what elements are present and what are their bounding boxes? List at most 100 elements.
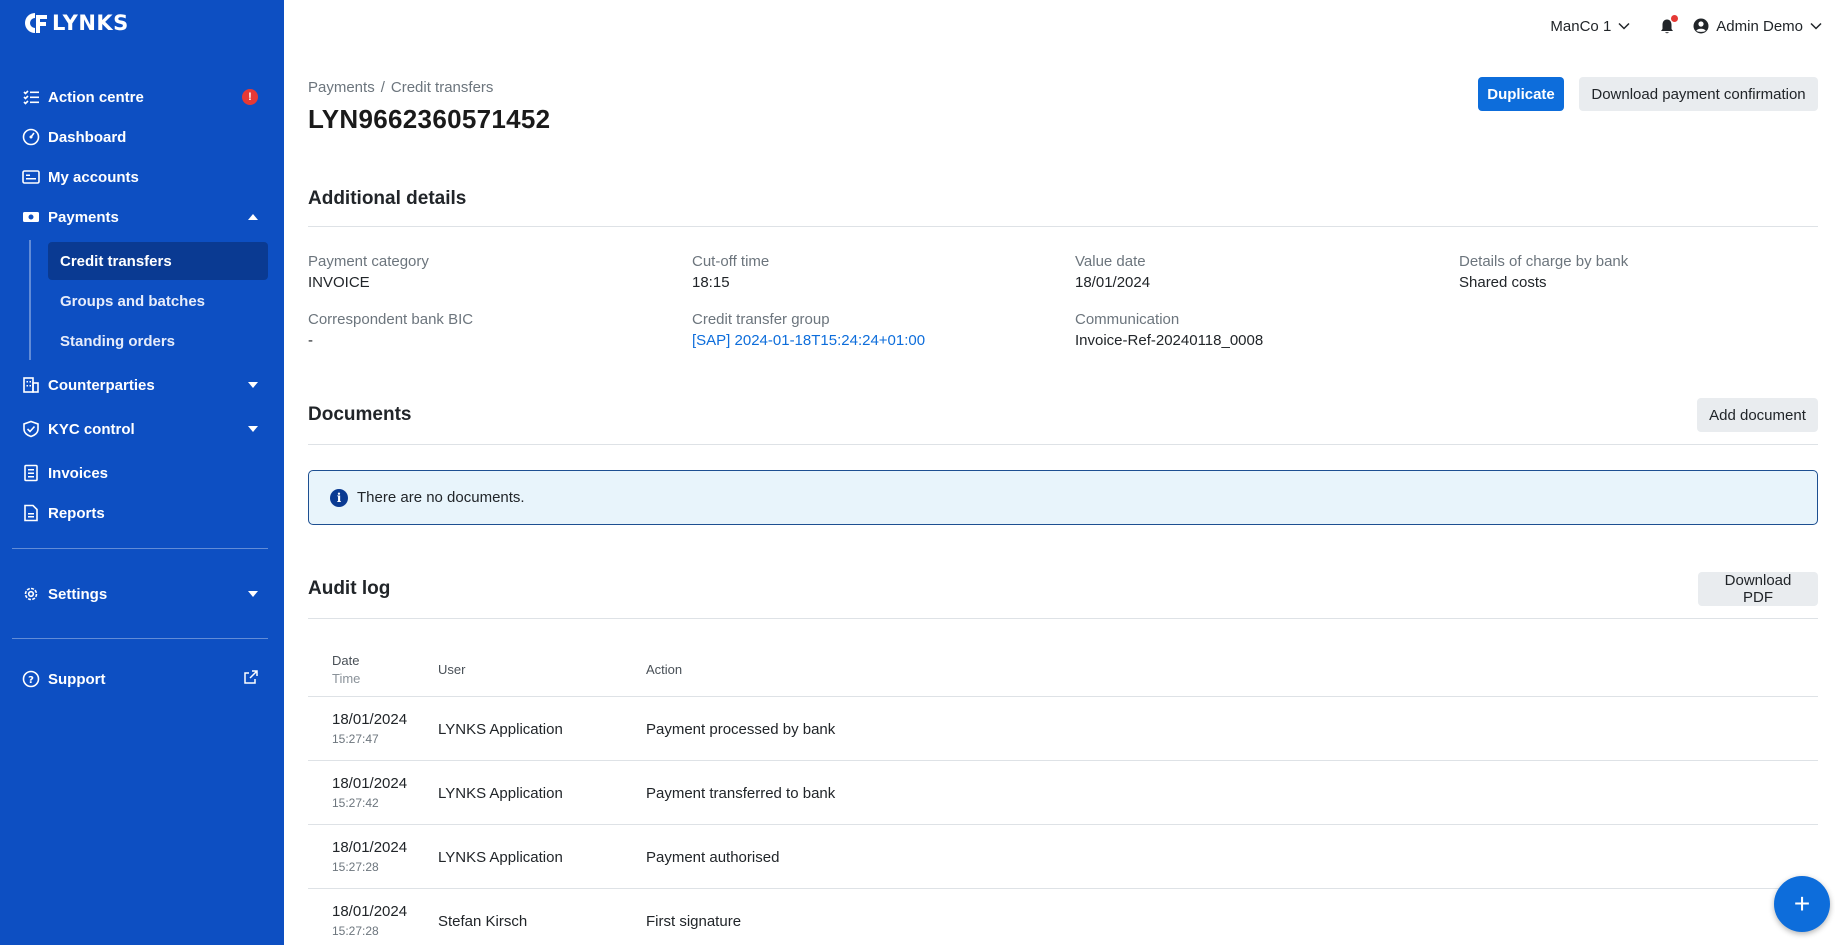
additional-details-title: Additional details	[308, 188, 467, 209]
row-action: Payment authorised	[646, 849, 780, 866]
value-date-value: 18/01/2024	[1075, 274, 1151, 291]
column-header-action[interactable]: Action	[646, 662, 682, 677]
communication-value: Invoice-Ref-20240118_0008	[1075, 332, 1264, 349]
breadcrumb-payments-link[interactable]: Payments	[308, 79, 375, 96]
list-check-icon	[21, 88, 40, 107]
payments-icon	[21, 208, 40, 227]
sidebar-item-label: Dashboard	[48, 128, 127, 146]
row-user: LYNKS Application	[438, 721, 563, 738]
sidebar-item-invoices[interactable]: Invoices	[12, 455, 268, 491]
gear-icon	[21, 585, 40, 604]
sidebar-item-label: Reports	[48, 504, 105, 522]
table-row: 18/01/2024 15:27:42 LYNKS Application Pa…	[308, 760, 1818, 824]
sidebar-item-dashboard[interactable]: Dashboard	[12, 119, 268, 155]
row-time: 15:27:28	[332, 924, 379, 938]
row-time: 15:27:42	[332, 796, 379, 810]
breadcrumb: Payments / Credit transfers	[308, 79, 493, 96]
sidebar-subitem-standing-orders[interactable]: Standing orders	[48, 322, 268, 360]
row-user: LYNKS Application	[438, 785, 563, 802]
row-date: 18/01/2024	[332, 903, 408, 920]
column-header-date[interactable]: Date Time	[332, 653, 360, 686]
main-content: Payments / Credit transfers LYN96623605714…	[308, 0, 1818, 945]
sidebar-item-my-accounts[interactable]: My accounts	[12, 159, 268, 195]
report-icon	[21, 504, 40, 523]
sidebar-item-support[interactable]: ? Support	[12, 661, 268, 697]
external-link-icon	[244, 670, 258, 688]
help-circle-icon: ?	[21, 670, 40, 689]
sidebar-item-kyc-control[interactable]: KYC control	[12, 411, 268, 447]
shield-check-icon	[21, 420, 40, 439]
caret-down-icon	[248, 382, 258, 388]
row-user: LYNKS Application	[438, 849, 563, 866]
sidebar-item-action-centre[interactable]: Action centre !	[12, 79, 268, 115]
section-divider	[308, 226, 1818, 227]
sidebar-item-label: My accounts	[48, 168, 139, 186]
section-divider	[308, 444, 1818, 445]
sidebar-item-label: Settings	[48, 585, 108, 603]
row-date: 18/01/2024	[332, 711, 408, 728]
svg-text:?: ?	[28, 675, 34, 686]
cutoff-time-label: Cut-off time	[692, 253, 770, 270]
sidebar-item-reports[interactable]: Reports	[12, 495, 268, 531]
alert-badge: !	[242, 89, 258, 105]
sidebar-divider	[12, 638, 268, 639]
sidebar-item-label: Support	[48, 670, 106, 688]
invoice-icon	[21, 464, 40, 483]
charges-label: Details of charge by bank	[1459, 253, 1629, 270]
download-payment-confirmation-button[interactable]: Download payment confirmation	[1579, 77, 1818, 111]
correspondent-bic-value: -	[308, 332, 313, 349]
sidebar-item-label: KYC control	[48, 420, 135, 438]
download-pdf-button[interactable]: Download PDF	[1698, 572, 1818, 606]
sidebar-item-label: Invoices	[48, 464, 109, 482]
caret-down-icon	[248, 591, 258, 597]
sidebar-item-counterparties[interactable]: Counterparties	[12, 367, 268, 403]
breadcrumb-credit-transfers-link[interactable]: Credit transfers	[391, 79, 494, 96]
accounts-icon	[21, 168, 40, 187]
duplicate-button[interactable]: Duplicate	[1478, 77, 1564, 111]
row-time: 15:27:28	[332, 860, 379, 874]
row-user: Stefan Kirsch	[438, 913, 528, 930]
audit-log-title: Audit log	[308, 578, 391, 599]
row-action: Payment transferred to bank	[646, 785, 836, 802]
no-documents-alert: i There are no documents.	[308, 470, 1818, 525]
subnav-guide	[29, 240, 31, 360]
payment-category-label: Payment category	[308, 253, 429, 270]
sidebar-divider	[12, 548, 268, 549]
table-row: 18/01/2024 15:27:47 LYNKS Application Pa…	[308, 696, 1818, 760]
sidebar-subitem-credit-transfers[interactable]: Credit transfers	[48, 242, 268, 280]
building-icon	[21, 376, 40, 395]
table-row: 18/01/2024 15:27:28 Stefan Kirsch First …	[308, 888, 1818, 945]
row-date: 18/01/2024	[332, 775, 408, 792]
sidebar-subitem-groups-and-batches[interactable]: Groups and batches	[48, 282, 268, 320]
caret-down-icon	[248, 426, 258, 432]
page-title: LYN9662360571452	[308, 104, 551, 134]
sidebar: LYNKS Action centre ! Dashboard My accou…	[0, 0, 284, 945]
sidebar-item-label: Counterparties	[48, 376, 155, 394]
header-date-label: Date	[332, 653, 360, 668]
transfer-group-label: Credit transfer group	[692, 311, 830, 328]
sidebar-item-settings[interactable]: Settings	[12, 576, 268, 612]
caret-up-icon	[248, 214, 258, 220]
info-icon: i	[330, 488, 348, 507]
add-document-button[interactable]: Add document	[1697, 398, 1818, 432]
documents-title: Documents	[308, 404, 412, 425]
section-divider	[308, 618, 1818, 619]
breadcrumb-separator: /	[380, 79, 385, 96]
column-header-user[interactable]: User	[438, 662, 465, 677]
sidebar-item-label: Payments	[48, 208, 119, 226]
sidebar-item-payments[interactable]: Payments	[12, 199, 268, 235]
transfer-group-link[interactable]: [SAP] 2024-01-18T15:24:24+01:00	[692, 332, 925, 349]
table-row: 18/01/2024 15:27:28 LYNKS Application Pa…	[308, 824, 1818, 888]
value-date-label: Value date	[1075, 253, 1146, 270]
brand-logo[interactable]: LYNKS	[22, 11, 129, 35]
gauge-icon	[21, 128, 40, 147]
add-fab-button[interactable]: +	[1774, 876, 1830, 932]
header-time-label: Time	[332, 671, 361, 686]
payment-category-value: INVOICE	[308, 274, 370, 291]
row-date: 18/01/2024	[332, 839, 408, 856]
row-action: Payment processed by bank	[646, 721, 836, 738]
alert-message: There are no documents.	[357, 489, 525, 506]
row-time: 15:27:47	[332, 732, 379, 746]
brand-name: LYNKS	[52, 11, 129, 35]
lynks-logo-icon	[25, 13, 47, 33]
